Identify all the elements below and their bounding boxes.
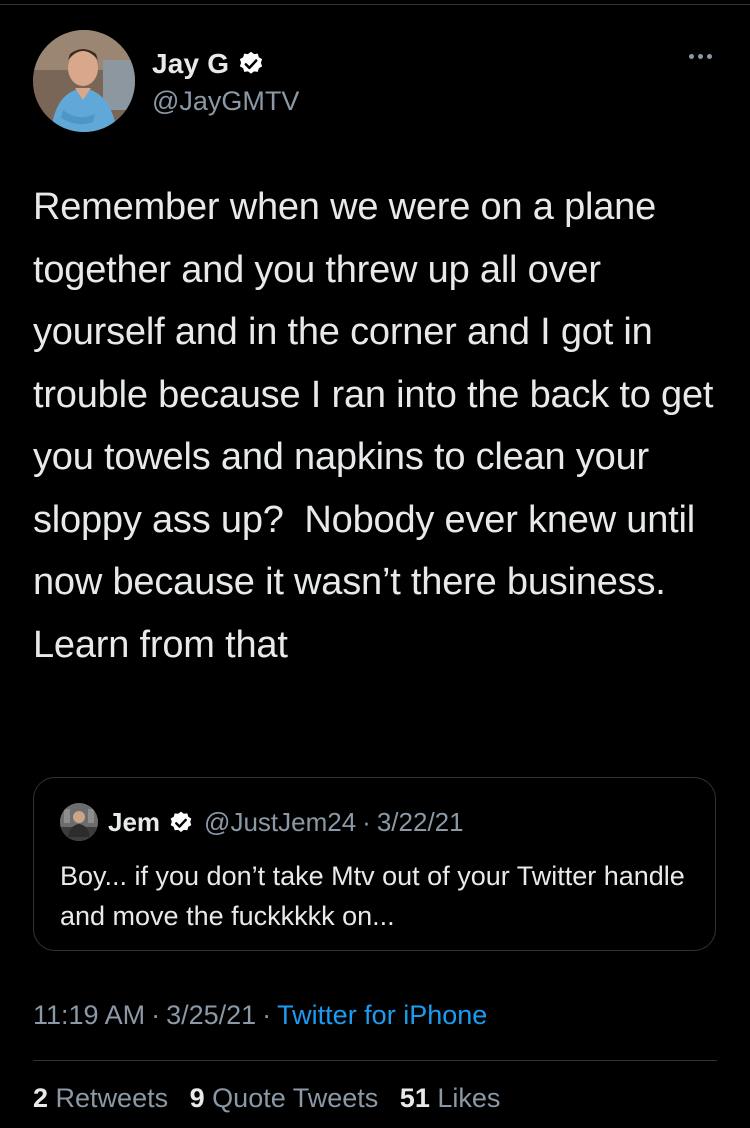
retweets-label: Retweets	[55, 1083, 169, 1113]
quoted-tweet-text: Boy... if you don’t take Mtv out of your…	[60, 861, 685, 931]
tweet-date[interactable]: 3/25/21	[166, 1000, 256, 1030]
retweets-count: 2	[33, 1083, 49, 1113]
quote-tweets-count: 9	[189, 1083, 205, 1113]
quoted-handle[interactable]: @JustJem24	[204, 807, 356, 838]
quoted-display-name[interactable]: Jem	[108, 807, 160, 838]
tweet-meta-row: 11:19 AM · 3/25/21 · Twitter for iPhone	[33, 1000, 487, 1031]
more-dot	[698, 54, 703, 59]
meta-separator: ·	[262, 1000, 272, 1030]
tweet-source-link[interactable]: Twitter for iPhone	[277, 1000, 487, 1030]
quote-tweets-stat[interactable]: 9 Quote Tweets	[190, 1083, 379, 1113]
more-options-icon[interactable]	[689, 54, 712, 59]
author-name-row[interactable]: Jay G	[152, 48, 265, 80]
tweet-text: Remember when we were on a plane togethe…	[33, 186, 724, 666]
more-dot	[707, 54, 712, 59]
top-divider	[0, 4, 750, 5]
retweets-stat[interactable]: 2 Retweets	[33, 1083, 168, 1113]
quoted-separator: ·	[362, 807, 371, 837]
verified-badge-icon	[237, 50, 265, 78]
author-avatar[interactable]	[33, 30, 135, 132]
likes-count: 51	[399, 1083, 430, 1113]
quote-tweets-label: Quote Tweets	[212, 1083, 379, 1113]
quoted-author-avatar[interactable]	[60, 803, 98, 841]
meta-separator: ·	[151, 1000, 161, 1030]
quoted-tweet-header: Jem @JustJem24 · 3/22/21	[108, 807, 464, 838]
likes-stat[interactable]: 51 Likes	[400, 1083, 501, 1113]
likes-label: Likes	[437, 1083, 501, 1113]
quoted-date[interactable]: 3/22/21	[377, 807, 464, 838]
tweet-time[interactable]: 11:19 AM	[33, 1000, 145, 1030]
verified-badge-icon	[168, 810, 194, 836]
author-handle[interactable]: @JayGMTV	[152, 86, 299, 117]
stats-divider	[33, 1060, 717, 1061]
engagement-stats: 2 Retweets 9 Quote Tweets 51 Likes	[33, 1083, 514, 1114]
tweet-detail-page: Jay G @JayGMTV Remember when we were on …	[0, 0, 750, 1128]
author-display-name[interactable]: Jay G	[152, 48, 229, 80]
quoted-tweet-card[interactable]: Jem @JustJem24 · 3/22/21 Boy... if you d…	[33, 777, 716, 951]
more-dot	[689, 54, 694, 59]
